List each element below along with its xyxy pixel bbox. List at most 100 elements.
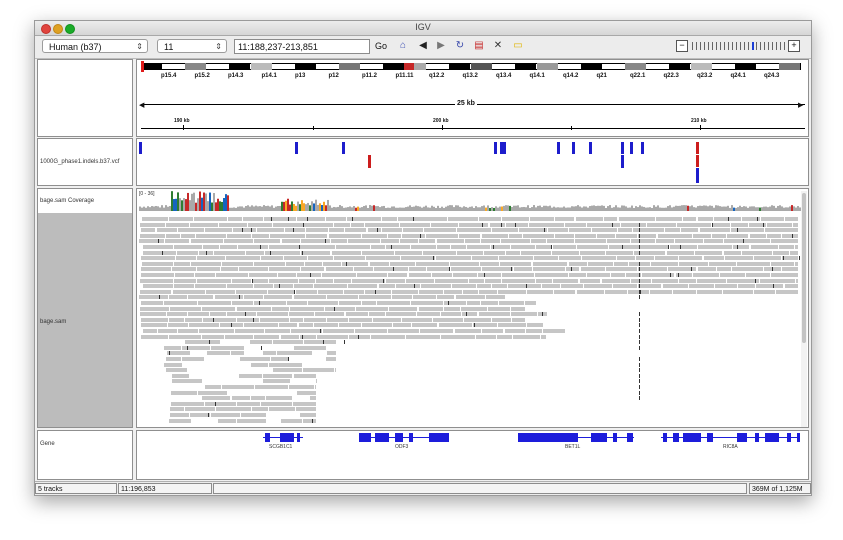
aligned-read[interactable] bbox=[224, 239, 253, 244]
coverage-bar[interactable] bbox=[509, 205, 511, 211]
indel-variant[interactable] bbox=[494, 142, 497, 154]
aligned-read[interactable] bbox=[795, 245, 798, 249]
aligned-read[interactable] bbox=[587, 273, 610, 277]
zoom-tick[interactable] bbox=[692, 42, 693, 50]
coverage-bar[interactable] bbox=[363, 205, 365, 211]
coverage-bar[interactable] bbox=[297, 201, 299, 211]
aligned-read[interactable] bbox=[288, 385, 315, 389]
aligned-read[interactable] bbox=[382, 217, 398, 221]
aligned-read[interactable] bbox=[498, 256, 533, 261]
gene-exon[interactable] bbox=[429, 433, 449, 442]
aligned-read[interactable] bbox=[372, 317, 401, 322]
coverage-bar[interactable] bbox=[615, 205, 617, 211]
coverage-bar[interactable] bbox=[189, 200, 191, 211]
aligned-read[interactable] bbox=[184, 340, 220, 345]
aligned-read[interactable] bbox=[463, 317, 491, 322]
coverage-bar[interactable] bbox=[477, 207, 479, 211]
aligned-read[interactable] bbox=[302, 368, 334, 373]
aligned-read[interactable] bbox=[333, 222, 350, 227]
aligned-read[interactable] bbox=[196, 267, 220, 272]
aligned-read[interactable] bbox=[308, 301, 338, 305]
aligned-read[interactable] bbox=[771, 273, 798, 277]
coverage-bar[interactable] bbox=[267, 205, 269, 211]
coverage-bar[interactable] bbox=[767, 207, 769, 211]
aligned-read[interactable] bbox=[553, 245, 576, 249]
aligned-read[interactable] bbox=[203, 245, 220, 249]
aligned-read[interactable] bbox=[169, 295, 188, 300]
aligned-read[interactable] bbox=[420, 329, 454, 333]
aligned-read[interactable] bbox=[181, 233, 195, 238]
coverage-bar[interactable] bbox=[531, 207, 533, 211]
aligned-read[interactable] bbox=[271, 357, 290, 361]
zoom-tick[interactable] bbox=[716, 42, 717, 50]
aligned-read[interactable] bbox=[408, 273, 431, 277]
aligned-read[interactable] bbox=[753, 289, 776, 294]
aligned-read[interactable] bbox=[564, 222, 586, 227]
coverage-bar[interactable] bbox=[645, 207, 647, 211]
coverage-bar[interactable] bbox=[661, 207, 663, 211]
aligned-read[interactable] bbox=[331, 250, 361, 255]
aligned-read[interactable] bbox=[662, 284, 689, 289]
gene-exon[interactable] bbox=[280, 433, 294, 442]
aligned-read[interactable] bbox=[689, 284, 715, 289]
coverage-bar[interactable] bbox=[199, 191, 201, 211]
aligned-read[interactable] bbox=[280, 334, 299, 339]
coverage-bar[interactable] bbox=[583, 206, 585, 211]
coverage-bar[interactable] bbox=[377, 206, 379, 211]
coverage-bar[interactable] bbox=[399, 207, 401, 211]
aligned-read[interactable] bbox=[456, 228, 491, 233]
aligned-read[interactable] bbox=[206, 351, 231, 356]
aligned-read[interactable] bbox=[631, 278, 652, 283]
gene-exon[interactable] bbox=[395, 433, 403, 442]
coverage-bar[interactable] bbox=[501, 206, 503, 211]
aligned-read[interactable] bbox=[260, 317, 290, 322]
aligned-read[interactable] bbox=[293, 284, 313, 289]
aligned-read[interactable] bbox=[391, 295, 412, 300]
gene-exon[interactable] bbox=[663, 433, 667, 442]
coverage-bar[interactable] bbox=[221, 201, 223, 211]
coverage-bar[interactable] bbox=[541, 207, 543, 211]
aligned-read[interactable] bbox=[293, 373, 316, 378]
coverage-bar[interactable] bbox=[623, 205, 625, 211]
coverage-bar[interactable] bbox=[253, 206, 255, 211]
coverage-bar[interactable] bbox=[647, 207, 649, 211]
zoom-tick[interactable] bbox=[724, 42, 725, 50]
coverage-bar[interactable] bbox=[567, 207, 569, 211]
aligned-read[interactable] bbox=[558, 256, 581, 261]
aligned-read[interactable] bbox=[338, 323, 361, 328]
coverage-bar[interactable] bbox=[421, 207, 423, 211]
aligned-read[interactable] bbox=[307, 256, 333, 261]
coverage-bar[interactable] bbox=[171, 191, 173, 211]
aligned-read[interactable] bbox=[576, 245, 609, 249]
aligned-read[interactable] bbox=[386, 312, 417, 317]
aligned-read[interactable] bbox=[456, 250, 484, 255]
aligned-read[interactable] bbox=[697, 217, 713, 221]
aligned-read[interactable] bbox=[534, 273, 569, 277]
aligned-read[interactable] bbox=[512, 334, 541, 339]
coverage-bar[interactable] bbox=[499, 206, 501, 211]
coverage-bar[interactable] bbox=[325, 205, 327, 211]
aligned-read[interactable] bbox=[178, 329, 199, 333]
zoom-tick[interactable] bbox=[708, 42, 709, 50]
aligned-read[interactable] bbox=[298, 278, 315, 283]
coverage-bar[interactable] bbox=[177, 192, 179, 211]
coverage-bar[interactable] bbox=[173, 199, 175, 211]
zoom-tick[interactable] bbox=[764, 42, 765, 50]
aligned-read[interactable] bbox=[388, 273, 408, 277]
aligned-read[interactable] bbox=[166, 368, 187, 373]
coverage-bar[interactable] bbox=[693, 207, 695, 211]
aligned-read[interactable] bbox=[665, 228, 680, 233]
coverage-bar[interactable] bbox=[787, 207, 789, 211]
aligned-read[interactable] bbox=[356, 306, 388, 311]
aligned-read[interactable] bbox=[479, 261, 499, 266]
aligned-read[interactable] bbox=[502, 217, 529, 221]
aligned-read[interactable] bbox=[190, 239, 224, 244]
coverage-bar[interactable] bbox=[545, 205, 547, 211]
indel-variant[interactable] bbox=[630, 142, 633, 154]
coverage-bar[interactable] bbox=[629, 207, 631, 211]
aligned-read[interactable] bbox=[365, 256, 400, 261]
aligned-read[interactable] bbox=[605, 289, 628, 294]
popup-info-icon[interactable]: ▭ bbox=[511, 39, 525, 53]
coverage-bar[interactable] bbox=[655, 206, 657, 211]
aligned-read[interactable] bbox=[481, 301, 498, 305]
